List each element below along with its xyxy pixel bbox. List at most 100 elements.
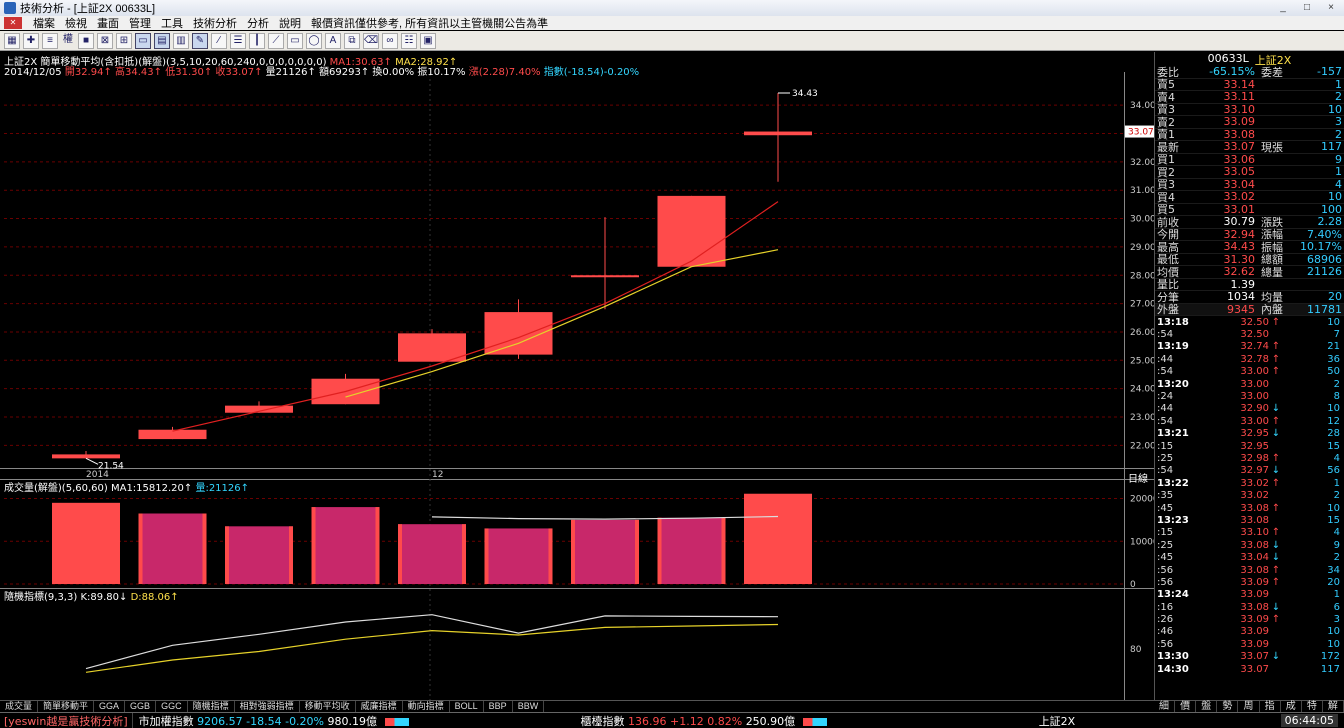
candle-body xyxy=(744,131,812,136)
save-icon[interactable]: ▣ xyxy=(420,32,436,49)
tick-row: 14:30 33.07 117 xyxy=(1157,663,1340,675)
candle-body xyxy=(571,275,639,278)
indicator-tab[interactable]: BBW xyxy=(513,701,545,712)
indicator-tab[interactable]: 隨機指標 xyxy=(188,701,235,712)
tick-row: :45 33.08 ↑ 10 xyxy=(1157,502,1340,514)
quote-tab[interactable]: 價 xyxy=(1175,701,1197,712)
menu-view[interactable]: 檢視 xyxy=(60,15,92,31)
price-tick-label: 34.00 xyxy=(1130,101,1154,111)
menu-help[interactable]: 說明 xyxy=(274,15,306,31)
split-window-icon[interactable]: ▤ xyxy=(154,32,170,49)
text-tool-icon[interactable]: A xyxy=(325,32,341,49)
close-button[interactable]: × xyxy=(1322,1,1340,14)
link-icon[interactable]: ∞ xyxy=(382,32,398,49)
ellipse-icon[interactable]: ◯ xyxy=(306,32,322,49)
price-tick-label: 28.00 xyxy=(1130,271,1154,281)
fan-icon[interactable]: ⟋ xyxy=(268,32,284,49)
layout-icon[interactable]: ▥ xyxy=(173,32,189,49)
draw-tool-icon[interactable]: ✎ xyxy=(192,32,208,49)
volume-tick-label: 20000 xyxy=(1130,495,1154,505)
quote-tab[interactable]: 解 xyxy=(1323,701,1344,712)
window-title: 技術分析 - [上証2X 00633L] xyxy=(20,3,156,15)
tick-row: 13:20 33.00 2 xyxy=(1157,378,1340,390)
tick-row: :35 33.02 2 xyxy=(1157,490,1340,502)
vline-icon[interactable]: ┃ xyxy=(249,32,265,49)
tick-row: 13:21 32.95 ↓ 28 xyxy=(1157,428,1340,440)
list-icon[interactable]: ☷ xyxy=(401,32,417,49)
palette-icon[interactable]: ■ xyxy=(78,32,94,49)
quote-tab[interactable]: 周 xyxy=(1238,701,1260,712)
k-line xyxy=(85,614,779,670)
disclaimer-text: 報價資訊僅供參考, 所有資訊以主管機關公告為準 xyxy=(311,18,549,30)
tick-row: 13:23 33.08 15 xyxy=(1157,514,1340,526)
current-symbol[interactable]: 上証2X xyxy=(1033,713,1082,728)
indicator-tab[interactable]: 威廉指標 xyxy=(356,701,403,712)
menu-technical[interactable]: 技術分析 xyxy=(188,15,242,31)
day-line-label: 日線 xyxy=(1128,474,1148,485)
maximize-button[interactable]: □ xyxy=(1298,1,1316,14)
quote-tab[interactable]: 勢 xyxy=(1217,701,1239,712)
menu-tools[interactable]: 工具 xyxy=(156,15,188,31)
stack-icon[interactable]: ≡ xyxy=(42,32,58,49)
indicator-tab[interactable]: BBP xyxy=(484,701,513,712)
quote-tab[interactable]: 細 xyxy=(1154,701,1176,712)
x-tick-label: 12 xyxy=(432,470,443,480)
indicator-tab[interactable]: GGB xyxy=(125,701,157,712)
chart-icon[interactable]: ⊞ xyxy=(116,32,132,49)
quote-tab[interactable]: 盤 xyxy=(1196,701,1218,712)
hline-icon[interactable]: ☰ xyxy=(230,32,246,49)
tick-row: 13:18 32.50 ↑ 10 xyxy=(1157,316,1340,328)
indicator-tab[interactable]: BOLL xyxy=(450,701,484,712)
taiex-mini-bar xyxy=(384,717,409,726)
quote-tab[interactable]: 成 xyxy=(1281,701,1302,712)
menu-screen[interactable]: 畫面 xyxy=(92,15,124,31)
menu-file[interactable]: 檔案 xyxy=(28,15,60,31)
crosshair-icon[interactable]: ✚ xyxy=(23,32,39,49)
rights-button[interactable]: 權 xyxy=(61,33,75,49)
menu-analysis[interactable]: 分析 xyxy=(242,15,274,31)
price-tick-label: 25.00 xyxy=(1130,356,1154,366)
tick-row: :16 33.08 ↓ 6 xyxy=(1157,601,1340,613)
app-icon xyxy=(4,2,16,14)
window-icon[interactable]: ▭ xyxy=(135,32,151,49)
price-tick-label: 22.00 xyxy=(1130,441,1154,451)
price-tick-label: 26.00 xyxy=(1130,328,1154,338)
rect-icon[interactable]: ▭ xyxy=(287,32,303,49)
price-tick-label: 23.00 xyxy=(1130,413,1154,423)
indicator-tab[interactable]: 移動平均收 xyxy=(300,701,356,712)
indicator-tabs: 成交量 簡單移動平 GGA GGB GGC 隨機指標 相對強弱指標 移動平均收 威廉指標 動向指標… xyxy=(0,700,1154,712)
d-line xyxy=(85,623,779,673)
indicator-tab[interactable]: GGA xyxy=(94,701,126,712)
quote-tab[interactable]: 指 xyxy=(1260,701,1281,712)
grid-icon[interactable]: ▦ xyxy=(4,32,20,49)
indicator-tab[interactable]: 成交量 xyxy=(0,701,39,712)
kd-tick-label: 80 xyxy=(1130,645,1142,655)
volume-tick-label: 0 xyxy=(1130,580,1136,590)
price-tick-label: 32.00 xyxy=(1130,158,1154,168)
otc-index[interactable]: 櫃檯指數 136.96 +1.12 0.82% 250.90億 xyxy=(575,713,833,728)
volume-bar xyxy=(138,513,207,584)
menu-manage[interactable]: 管理 xyxy=(124,15,156,31)
volume-bar-edge xyxy=(657,517,662,584)
indicator-tab[interactable]: 相對強弱指標 xyxy=(235,701,300,712)
otc-mini-bar xyxy=(802,717,827,726)
price-tick-label: 30.00 xyxy=(1130,215,1154,225)
pen-icon[interactable]: ∕ xyxy=(211,32,227,49)
volume-bar-edge xyxy=(635,519,639,584)
copy-icon[interactable]: ⧉ xyxy=(344,32,360,49)
high-marker-label: 34.43 xyxy=(792,89,818,99)
indicator-tab[interactable]: 動向指標 xyxy=(403,701,450,712)
tick-list[interactable]: 13:18 32.50 ↑ 10:54 32.50 7 13:19 32.74 ↑ 21:44 32… xyxy=(1155,316,1344,675)
indicator-tab[interactable]: 簡單移動平 xyxy=(38,701,95,712)
eraser-icon[interactable]: ⌫ xyxy=(363,32,379,49)
quote-tab[interactable]: 特 xyxy=(1302,701,1323,712)
zoom-icon[interactable]: ⊠ xyxy=(97,32,113,49)
price-tick-label: 29.00 xyxy=(1130,243,1154,253)
tick-row: :54 33.00 ↑ 50 xyxy=(1157,366,1340,378)
volume-bar xyxy=(571,519,639,584)
minimize-button[interactable]: _ xyxy=(1274,1,1292,14)
indicator-tab[interactable]: GGC xyxy=(156,701,188,712)
price-info-line2: 2014/12/05 開32.94↑ 高34.43↑ 低31.30↑ 收33.0… xyxy=(4,67,640,78)
taiex-index[interactable]: 市加權指數 9206.57 -18.54 -0.20% 980.19億 xyxy=(133,713,415,728)
chart-area[interactable]: 34.0033.0032.0031.0030.0029.0028.0027.00… xyxy=(0,52,1154,700)
